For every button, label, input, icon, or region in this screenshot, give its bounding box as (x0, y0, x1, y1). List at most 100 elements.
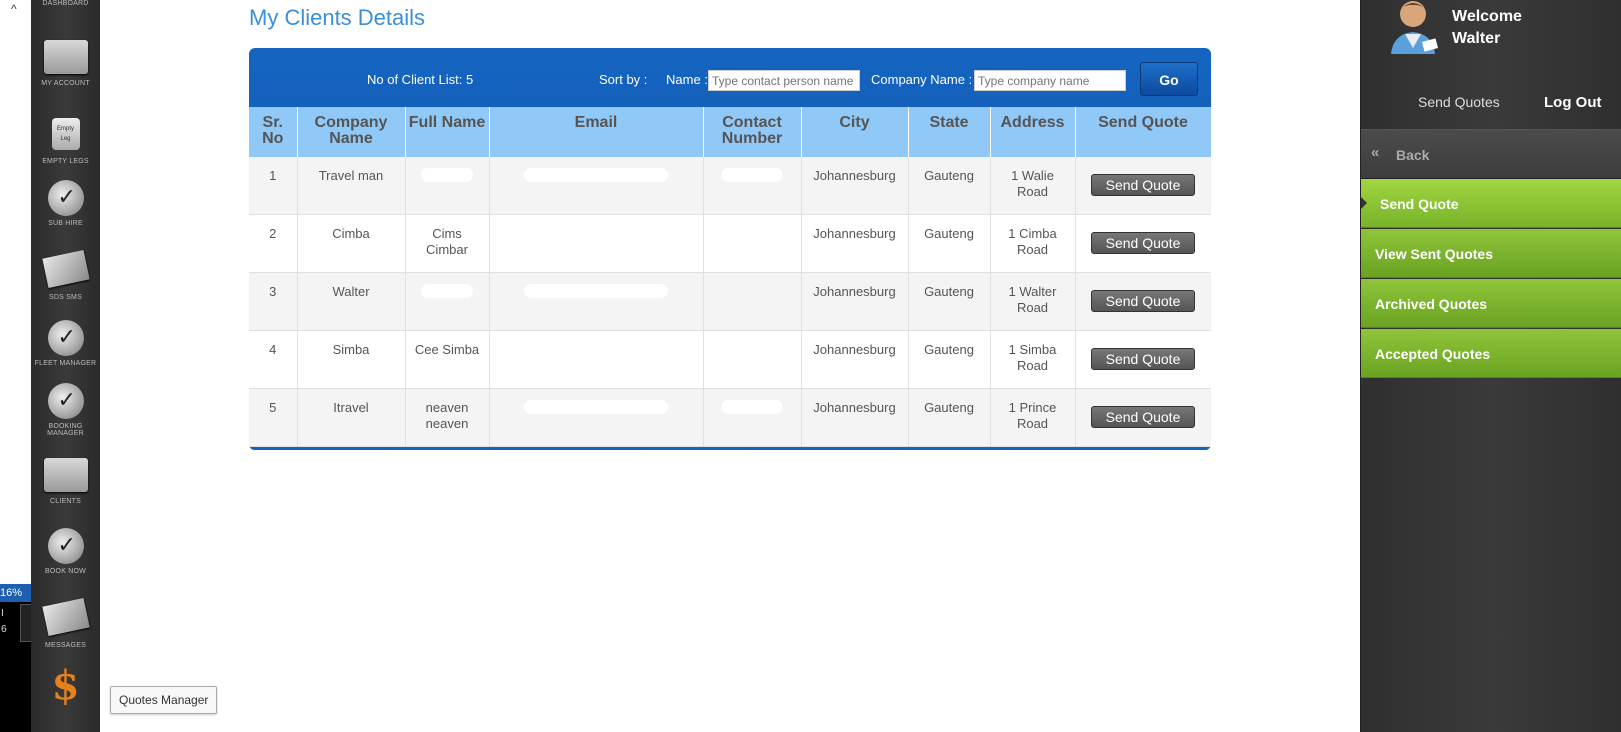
dock-sds-sms[interactable]: SDS SMS (31, 249, 100, 301)
cell-action: Send Quote (1075, 157, 1211, 215)
redacted-block (524, 284, 668, 298)
cell-city: Johannesburg (801, 214, 909, 273)
check-badge-icon (47, 320, 84, 356)
cell-company: Cimba (297, 214, 406, 273)
edge-text-2: 6 (1, 624, 7, 635)
cell-full-name: neaven neaven (405, 388, 490, 447)
col-email[interactable]: Email (489, 107, 704, 157)
cell-email (489, 272, 704, 331)
check-badge-icon (47, 528, 84, 564)
edge-text-1: I (1, 608, 4, 619)
cell-city: Johannesburg (801, 272, 909, 331)
right-sidebar: Welcome Walter Send Quotes Log Out « Bac… (1360, 0, 1621, 732)
dock-sub-hire[interactable]: Sub Hire (31, 180, 100, 227)
edge-strip: ^ 16% I 6 (0, 0, 32, 732)
col-state[interactable]: State (908, 107, 991, 157)
send-quote-button[interactable]: Send Quote (1090, 290, 1196, 312)
collapse-up-icon[interactable]: ^ (11, 2, 17, 16)
dock-label: Fleet Manager (34, 360, 97, 367)
dock-booking-manager[interactable]: Booking Manager (31, 383, 100, 437)
menu-view-sent-quotes[interactable]: View Sent Quotes (1361, 229, 1621, 278)
col-city[interactable]: City (801, 107, 909, 157)
envelope-icon (41, 597, 90, 637)
col-company-name[interactable]: Company Name (297, 107, 406, 157)
sort-by-label: Sort by : (599, 72, 648, 87)
cell-company: Simba (297, 330, 406, 389)
cell-contact (703, 214, 802, 273)
table-row: 4 Simba Cee Simba Johannesburg Gauteng 1… (249, 330, 1211, 389)
cell-sr: 1 (249, 157, 298, 215)
name-search-input[interactable] (708, 70, 860, 91)
cell-address: 1 Simba Road (990, 330, 1076, 389)
dock-empty-legs[interactable]: Empty Leg Empty Legs (31, 118, 100, 165)
back-button[interactable]: « Back (1361, 129, 1621, 179)
menu-archived-quotes[interactable]: Archived Quotes (1361, 279, 1621, 328)
col-send-quote[interactable]: Send Quote (1075, 107, 1211, 157)
go-button[interactable]: Go (1140, 62, 1198, 96)
dock-label: Messages (45, 642, 86, 649)
progress-percent: 16% (0, 584, 31, 602)
cell-full-name (405, 272, 490, 331)
company-search-input[interactable] (974, 70, 1126, 91)
panel-toolbar: No of Client List: 5 Sort by : Name : Co… (249, 48, 1211, 107)
cell-city: Johannesburg (801, 157, 909, 215)
table-header-row: Sr. No Company Name Full Name Email Cont… (249, 107, 1211, 157)
user-avatar-icon (1391, 1, 1439, 54)
send-quote-button[interactable]: Send Quote (1090, 348, 1196, 370)
dock-my-account[interactable]: My Account (31, 40, 100, 87)
clients-panel: No of Client List: 5 Sort by : Name : Co… (249, 48, 1211, 450)
col-address[interactable]: Address (990, 107, 1076, 157)
dock-book-now[interactable]: Book Now (31, 528, 100, 575)
cell-action: Send Quote (1075, 214, 1211, 273)
cell-address: 1 Walie Road (990, 157, 1076, 215)
company-label: Company Name : (871, 72, 973, 87)
cell-full-name: Cee Simba (405, 330, 490, 389)
empty-leg-bag-icon: Empty Leg (51, 118, 80, 150)
menu-accepted-quotes[interactable]: Accepted Quotes (1361, 329, 1621, 378)
cell-action: Send Quote (1075, 272, 1211, 331)
dock-label: Dashboard (42, 0, 89, 7)
dock-label: Clients (50, 498, 81, 505)
table-row: 5 Itravel neaven neaven Johannesburg Gau… (249, 388, 1211, 447)
panel-footer (249, 447, 1211, 450)
folder-icon (43, 458, 88, 492)
dollar-chart-icon: $ (51, 662, 80, 709)
dock-clients[interactable]: Clients (31, 458, 100, 505)
dock-messages[interactable]: Messages (31, 597, 100, 649)
col-contact-number[interactable]: Contact Number (703, 107, 802, 157)
redacted-block (720, 400, 784, 414)
dock-dashboard[interactable]: Dashboard (31, 0, 100, 7)
send-quote-button[interactable]: Send Quote (1090, 174, 1196, 196)
cell-state: Gauteng (908, 157, 991, 215)
cell-state: Gauteng (908, 214, 991, 273)
cell-city: Johannesburg (801, 388, 909, 447)
cell-address: 1 Walter Road (990, 272, 1076, 331)
cell-company: Itravel (297, 388, 406, 447)
cell-city: Johannesburg (801, 330, 909, 389)
col-full-name[interactable]: Full Name (405, 107, 490, 157)
back-label: Back (1396, 147, 1430, 163)
dock-label: Empty Legs (42, 158, 89, 165)
send-quote-button[interactable]: Send Quote (1090, 406, 1196, 428)
send-quotes-link[interactable]: Send Quotes (1418, 94, 1500, 110)
dock-fleet-manager[interactable]: Fleet Manager (31, 320, 100, 367)
name-label: Name : (666, 72, 708, 87)
cell-contact (703, 157, 802, 215)
cell-contact (703, 388, 802, 447)
cell-email (489, 214, 704, 273)
col-sr-no[interactable]: Sr. No (249, 107, 298, 157)
dock-label: Book Now (45, 568, 86, 575)
cell-sr: 5 (249, 388, 298, 447)
logout-link[interactable]: Log Out (1544, 94, 1601, 111)
check-badge-icon (47, 180, 84, 216)
cell-state: Gauteng (908, 272, 991, 331)
menu-send-quote[interactable]: Send Quote (1361, 179, 1621, 228)
dock-label: Sub Hire (48, 220, 83, 227)
redacted-block (524, 168, 668, 182)
cell-company: Walter (297, 272, 406, 331)
send-quote-button[interactable]: Send Quote (1090, 232, 1196, 254)
cell-email (489, 157, 704, 215)
envelope-icon (41, 249, 90, 289)
dock-quotes-manager[interactable]: $ (31, 666, 100, 706)
table-row: 2 Cimba Cims Cimbar Johannesburg Gauteng… (249, 214, 1211, 273)
